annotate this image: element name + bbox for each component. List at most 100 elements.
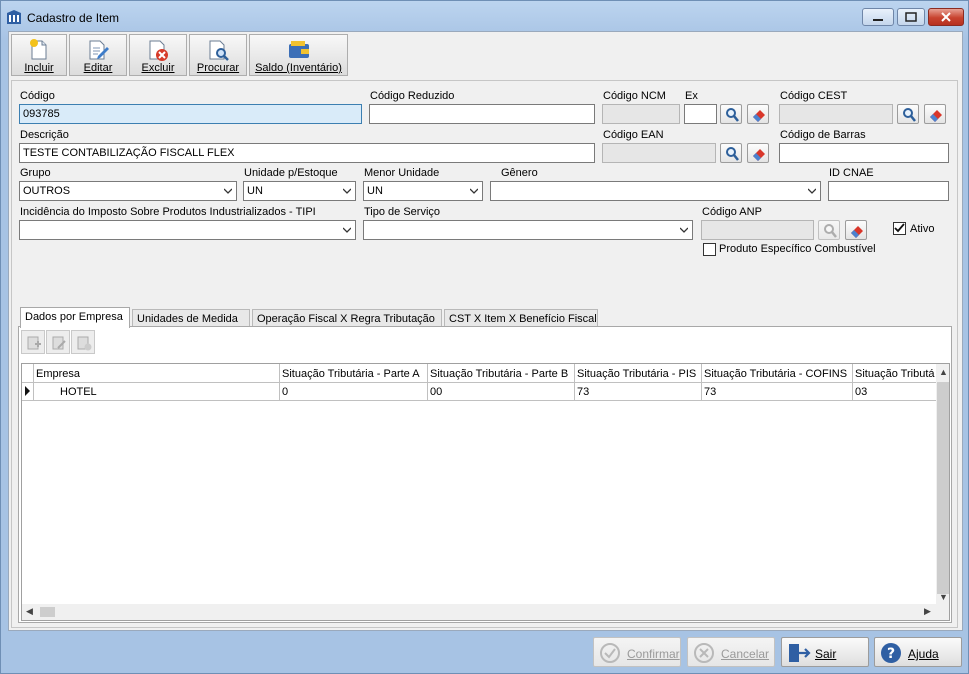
descricao-input[interactable]: TESTE CONTABILIZAÇÃO FISCALL FLEX: [19, 143, 595, 163]
cell-parte-a[interactable]: 0: [280, 383, 428, 401]
tab-cst-item-beneficio[interactable]: CST X Item X Benefício Fiscal: [444, 309, 598, 327]
col-header-pis[interactable]: Situação Tributária - PIS: [575, 364, 702, 383]
new-document-icon: [30, 39, 47, 60]
empresa-grid[interactable]: Empresa Situação Tributária - Parte A Si…: [21, 363, 950, 621]
menor-unidade-select[interactable]: UN: [363, 181, 483, 201]
maximize-button[interactable]: [897, 8, 925, 26]
unidade-estoque-value: UN: [247, 185, 263, 197]
chevron-down-icon: [343, 188, 351, 194]
excluir-button[interactable]: Excluir: [129, 34, 187, 76]
codigo-ean-input[interactable]: [602, 143, 716, 163]
table-row[interactable]: HOTEL 0 00 73 73 03: [22, 383, 938, 401]
procurar-label: Procurar: [196, 62, 240, 74]
scroll-left-icon[interactable]: ◀: [26, 606, 33, 617]
grid-edit-button[interactable]: [46, 330, 70, 354]
grid-add-button[interactable]: [21, 330, 45, 354]
unidade-estoque-select[interactable]: UN: [243, 181, 356, 201]
title-bar[interactable]: Cadastro de Item: [1, 1, 968, 31]
tipi-select[interactable]: [19, 220, 356, 240]
scroll-down-icon[interactable]: ▼: [939, 592, 948, 602]
editar-button[interactable]: Editar: [69, 34, 127, 76]
main-window: Cadastro de Item Incluir Editar Excluir …: [0, 0, 969, 674]
col-header-cofins[interactable]: Situação Tributária - COFINS: [702, 364, 853, 383]
col-header-parte-a[interactable]: Situação Tributária - Parte A: [280, 364, 428, 383]
descricao-label: Descrição: [20, 129, 69, 141]
edit-document-icon: [89, 40, 109, 60]
ajuda-button[interactable]: ? Ajuda: [874, 637, 962, 667]
vertical-scroll-thumb[interactable]: [937, 382, 949, 594]
ativo-checkbox[interactable]: [893, 222, 906, 235]
menor-unidade-label: Menor Unidade: [364, 167, 440, 179]
produto-combustivel-label: Produto Específico Combustível: [719, 243, 876, 255]
tipo-servico-label: Tipo de Serviço: [364, 206, 441, 218]
incluir-label: Incluir: [24, 62, 54, 74]
ajuda-label: Ajuda: [908, 647, 939, 661]
anp-search-button[interactable]: [818, 220, 840, 240]
vertical-scrollbar[interactable]: ▲ ▼: [936, 364, 949, 604]
horizontal-scroll-thumb[interactable]: [40, 607, 55, 617]
scroll-up-icon[interactable]: ▲: [939, 367, 948, 377]
tipo-servico-select[interactable]: [363, 220, 693, 240]
tab-operacao-fiscal[interactable]: Operação Fiscal X Regra Tributação: [252, 309, 442, 327]
codigo-cest-input[interactable]: [779, 104, 893, 124]
grid-delete-button[interactable]: [71, 330, 95, 354]
ex-input[interactable]: [684, 104, 717, 124]
id-cnae-label: ID CNAE: [829, 167, 874, 179]
eraser-icon: [753, 149, 765, 161]
tab-dados-por-empresa[interactable]: Dados por Empresa: [20, 307, 130, 328]
grupo-select[interactable]: OUTROS: [19, 181, 237, 201]
eraser-icon: [930, 110, 942, 122]
menor-unidade-value: UN: [367, 185, 383, 197]
cell-ipi[interactable]: 03: [853, 383, 938, 401]
scroll-right-icon[interactable]: ▶: [924, 606, 931, 617]
codigo-ncm-input[interactable]: [602, 104, 680, 124]
ean-clear-button[interactable]: [747, 143, 769, 163]
codigo-reduzido-input[interactable]: [369, 104, 595, 124]
cell-parte-b[interactable]: 00: [428, 383, 575, 401]
col-header-ipi[interactable]: Situação Tributá: [853, 364, 938, 383]
codigo-ncm-label: Código NCM: [603, 90, 666, 102]
cest-clear-button[interactable]: [924, 104, 946, 124]
ean-search-button[interactable]: [720, 143, 742, 163]
codigo-barras-input[interactable]: [779, 143, 949, 163]
client-area: Incluir Editar Excluir Procurar Saldo (I…: [8, 31, 963, 631]
cell-pis[interactable]: 73: [575, 383, 702, 401]
cancelar-button[interactable]: Cancelar: [687, 637, 775, 667]
codigo-ean-label: Código EAN: [603, 129, 664, 141]
chevron-down-icon: [808, 188, 816, 194]
tab-unidades-de-medida[interactable]: Unidades de Medida: [132, 309, 250, 327]
chevron-down-icon: [470, 188, 478, 194]
id-cnae-input[interactable]: [828, 181, 949, 201]
incluir-button[interactable]: Incluir: [11, 34, 67, 76]
cest-search-button[interactable]: [897, 104, 919, 124]
anp-clear-button[interactable]: [845, 220, 867, 240]
ncm-search-button[interactable]: [720, 104, 742, 124]
window-title: Cadastro de Item: [27, 11, 120, 25]
produto-combustivel-checkbox[interactable]: [703, 243, 716, 256]
cell-cofins[interactable]: 73: [702, 383, 853, 401]
col-header-empresa[interactable]: Empresa: [34, 364, 280, 383]
codigo-anp-label: Código ANP: [702, 206, 762, 218]
codigo-input[interactable]: 093785: [19, 104, 362, 124]
row-indicator: [22, 383, 34, 401]
grid-header: Empresa Situação Tributária - Parte A Si…: [22, 364, 938, 383]
horizontal-scrollbar[interactable]: ◀ ▶: [22, 604, 949, 620]
minimize-button[interactable]: [862, 8, 894, 26]
genero-select[interactable]: [490, 181, 821, 201]
close-button[interactable]: [928, 8, 964, 26]
chevron-down-icon: [224, 188, 232, 194]
procurar-button[interactable]: Procurar: [189, 34, 247, 76]
confirmar-button[interactable]: Confirmar: [593, 637, 681, 667]
saldo-inventario-button[interactable]: Saldo (Inventário): [249, 34, 348, 76]
delete-document-icon: [149, 40, 168, 61]
sair-button[interactable]: Sair: [781, 637, 869, 667]
edit-row-icon: [52, 336, 66, 350]
col-header-parte-b[interactable]: Situação Tributária - Parte B: [428, 364, 575, 383]
codigo-anp-input[interactable]: [701, 220, 814, 240]
codigo-cest-label: Código CEST: [780, 90, 848, 102]
ncm-clear-button[interactable]: [747, 104, 769, 124]
confirmar-label: Confirmar: [627, 647, 680, 661]
tipi-label: Incidência do Imposto Sobre Produtos Ind…: [20, 206, 316, 218]
cell-empresa[interactable]: HOTEL: [34, 383, 280, 401]
eraser-icon: [753, 110, 765, 122]
